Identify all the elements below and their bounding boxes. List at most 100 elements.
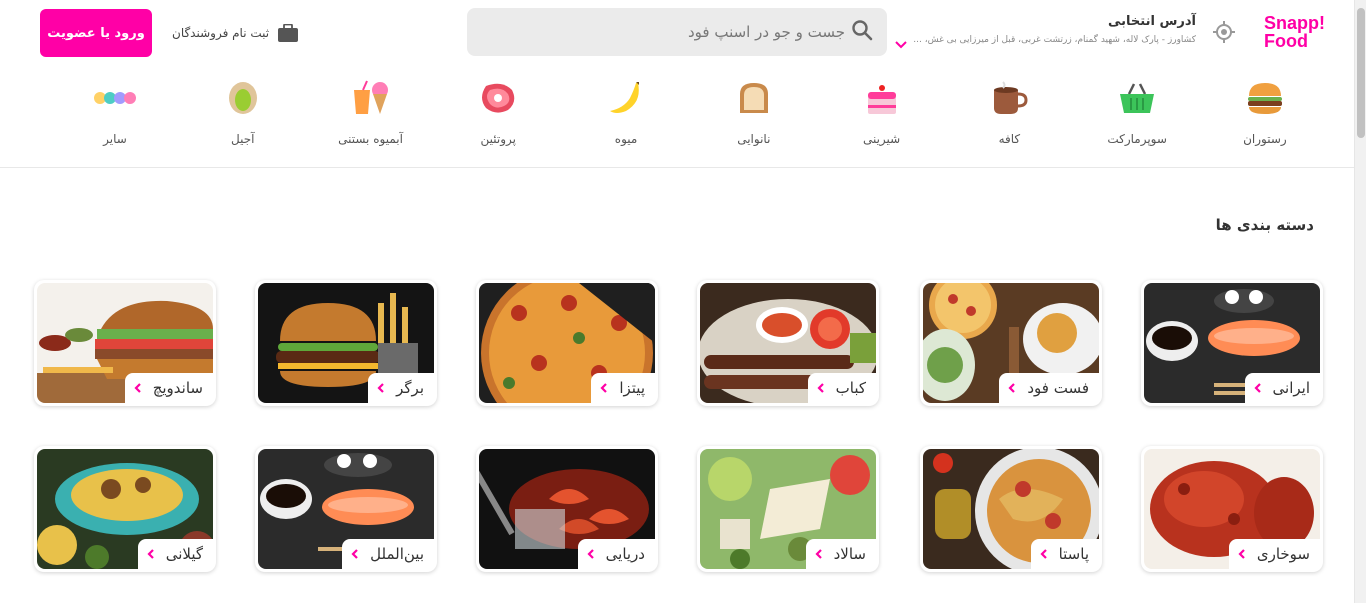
category-label: ساندویچ [152,379,203,397]
category-label: گیلانی [165,545,203,563]
more-dots-icon [93,76,137,120]
chevron-left-icon [147,549,154,559]
category-label: سالاد [833,545,866,563]
category-tag[interactable]: سالاد [805,539,876,569]
nav-label: آجیل [231,132,255,146]
category-tag[interactable]: پاستا [1030,539,1099,569]
category-card-pizza[interactable]: پیتزا [476,280,658,406]
chevron-left-icon [1238,549,1245,559]
nav-item-cafe[interactable]: کافه [954,76,1064,160]
category-card-gilani[interactable]: گیلانی [34,446,216,572]
category-label: بین‌الملل [370,545,424,563]
coffee-cup-icon [987,76,1031,120]
category-tag[interactable]: بین‌الملل [342,539,434,569]
vertical-nav: رستوران سوپرمارکت کافه شیرینی نانوایی می… [60,76,1320,160]
address-detail: کشاورز - پارک لاله، شهید گمنام، زرتشت غر… [913,35,1196,45]
briefcase-icon [277,23,299,42]
category-tag[interactable]: سوخاری [1228,539,1320,569]
category-tag[interactable]: ایرانی [1244,373,1320,403]
category-tag[interactable]: گیلانی [137,539,213,569]
nav-label: آبمیوه بستنی [338,132,403,146]
category-label: سوخاری [1256,545,1310,563]
meat-icon [476,76,520,120]
vertical-scrollbar[interactable] [1354,0,1366,603]
nav-item-supermarket[interactable]: سوپرمارکت [1082,76,1192,160]
category-card-kebab[interactable]: کباب [697,280,879,406]
nav-label: رستوران [1243,132,1287,146]
chevron-left-icon [587,549,594,559]
chevron-left-icon [600,383,608,393]
login-signup-button[interactable]: ورود یا عضویت [40,9,152,57]
category-label: فست فود [1027,379,1089,397]
search-icon [851,19,873,45]
category-card-burger[interactable]: برگر [255,280,437,406]
nav-item-other[interactable]: سایر [60,76,170,160]
category-card-seafood[interactable]: دریایی [476,446,658,572]
logo-line-1: Snapp! [1264,13,1325,33]
pistachio-icon [221,76,265,120]
category-label: دریایی [605,545,645,563]
category-card-international[interactable]: بین‌الملل [255,446,437,572]
basket-icon [1115,76,1159,120]
snappfood-logo[interactable]: Snapp! Food [1264,14,1344,54]
category-tag[interactable]: ساندویچ [124,373,213,403]
category-tag[interactable]: برگر [368,373,434,403]
nav-item-restaurant[interactable]: رستوران [1210,76,1320,160]
chevron-left-icon [377,383,384,393]
nav-item-juice-icecream[interactable]: آبمیوه بستنی [316,76,426,160]
address-selector[interactable]: آدرس انتخابی کشاورز - پارک لاله، شهید گم… [894,12,1196,49]
category-card-iranian[interactable]: ایرانی [1141,280,1323,406]
banana-icon [604,76,648,120]
chevron-left-icon [817,383,824,393]
bread-icon [732,76,776,120]
nav-item-fruit[interactable]: میوه [571,76,681,160]
nav-item-pastry[interactable]: شیرینی [827,76,937,160]
scrollbar-thumb[interactable] [1357,8,1365,138]
category-tag[interactable]: پیتزا [591,373,655,403]
category-label: کباب [835,379,866,397]
vendor-register-link[interactable]: ثبت نام فروشندگان [172,22,299,44]
logo-line-2: Food [1264,31,1308,51]
location-target-icon[interactable] [1212,20,1236,44]
top-header: Snapp! Food آدرس انتخابی کشاورز - پارک ل… [0,0,1354,168]
chevron-down-icon[interactable] [894,36,908,49]
category-label: برگر [396,379,424,397]
chevron-left-icon [815,549,822,559]
login-signup-label: ورود یا عضویت [47,25,145,41]
juice-icecream-icon [349,76,393,120]
category-card-sandwich[interactable]: ساندویچ [34,280,216,406]
search-bar[interactable] [467,8,887,56]
nav-item-bakery[interactable]: نانوایی [699,76,809,160]
nav-label: نانوایی [737,132,771,146]
nav-label: سوپرمارکت [1107,132,1167,146]
nav-label: سایر [103,132,127,146]
page: Snapp! Food آدرس انتخابی کشاورز - پارک ل… [0,0,1366,603]
category-card-salad[interactable]: سالاد [697,446,879,572]
chevron-left-icon [351,549,358,559]
category-card-fast-food[interactable]: فست فود [920,280,1102,406]
nav-label: پروتئین [480,132,517,146]
category-grid: ایرانی فست فود کباب پیتزا برگر ساندویچ س… [34,280,1323,580]
category-label: ایرانی [1272,379,1310,397]
category-tag[interactable]: دریایی [577,539,655,569]
category-card-pasta[interactable]: پاستا [920,446,1102,572]
search-input[interactable] [485,23,845,41]
nav-label: میوه [614,132,638,146]
nav-item-nuts[interactable]: آجیل [188,76,298,160]
category-tag[interactable]: فست فود [999,373,1099,403]
nav-label: شیرینی [862,132,901,146]
cake-icon [860,76,904,120]
vendor-register-label: ثبت نام فروشندگان [172,26,270,40]
category-tag[interactable]: کباب [807,373,876,403]
nav-label: کافه [998,132,1021,146]
chevron-left-icon [1253,383,1261,393]
category-label: پیتزا [619,379,645,397]
chevron-left-icon [1008,383,1016,393]
category-label: پاستا [1058,545,1089,563]
burger-icon [1243,76,1287,120]
chevron-left-icon [134,383,141,393]
address-title: آدرس انتخابی [1107,14,1196,29]
category-card-fried-chicken[interactable]: سوخاری [1141,446,1323,572]
nav-item-protein[interactable]: پروتئین [443,76,553,160]
categories-heading: دسته بندی ها [1215,216,1314,234]
